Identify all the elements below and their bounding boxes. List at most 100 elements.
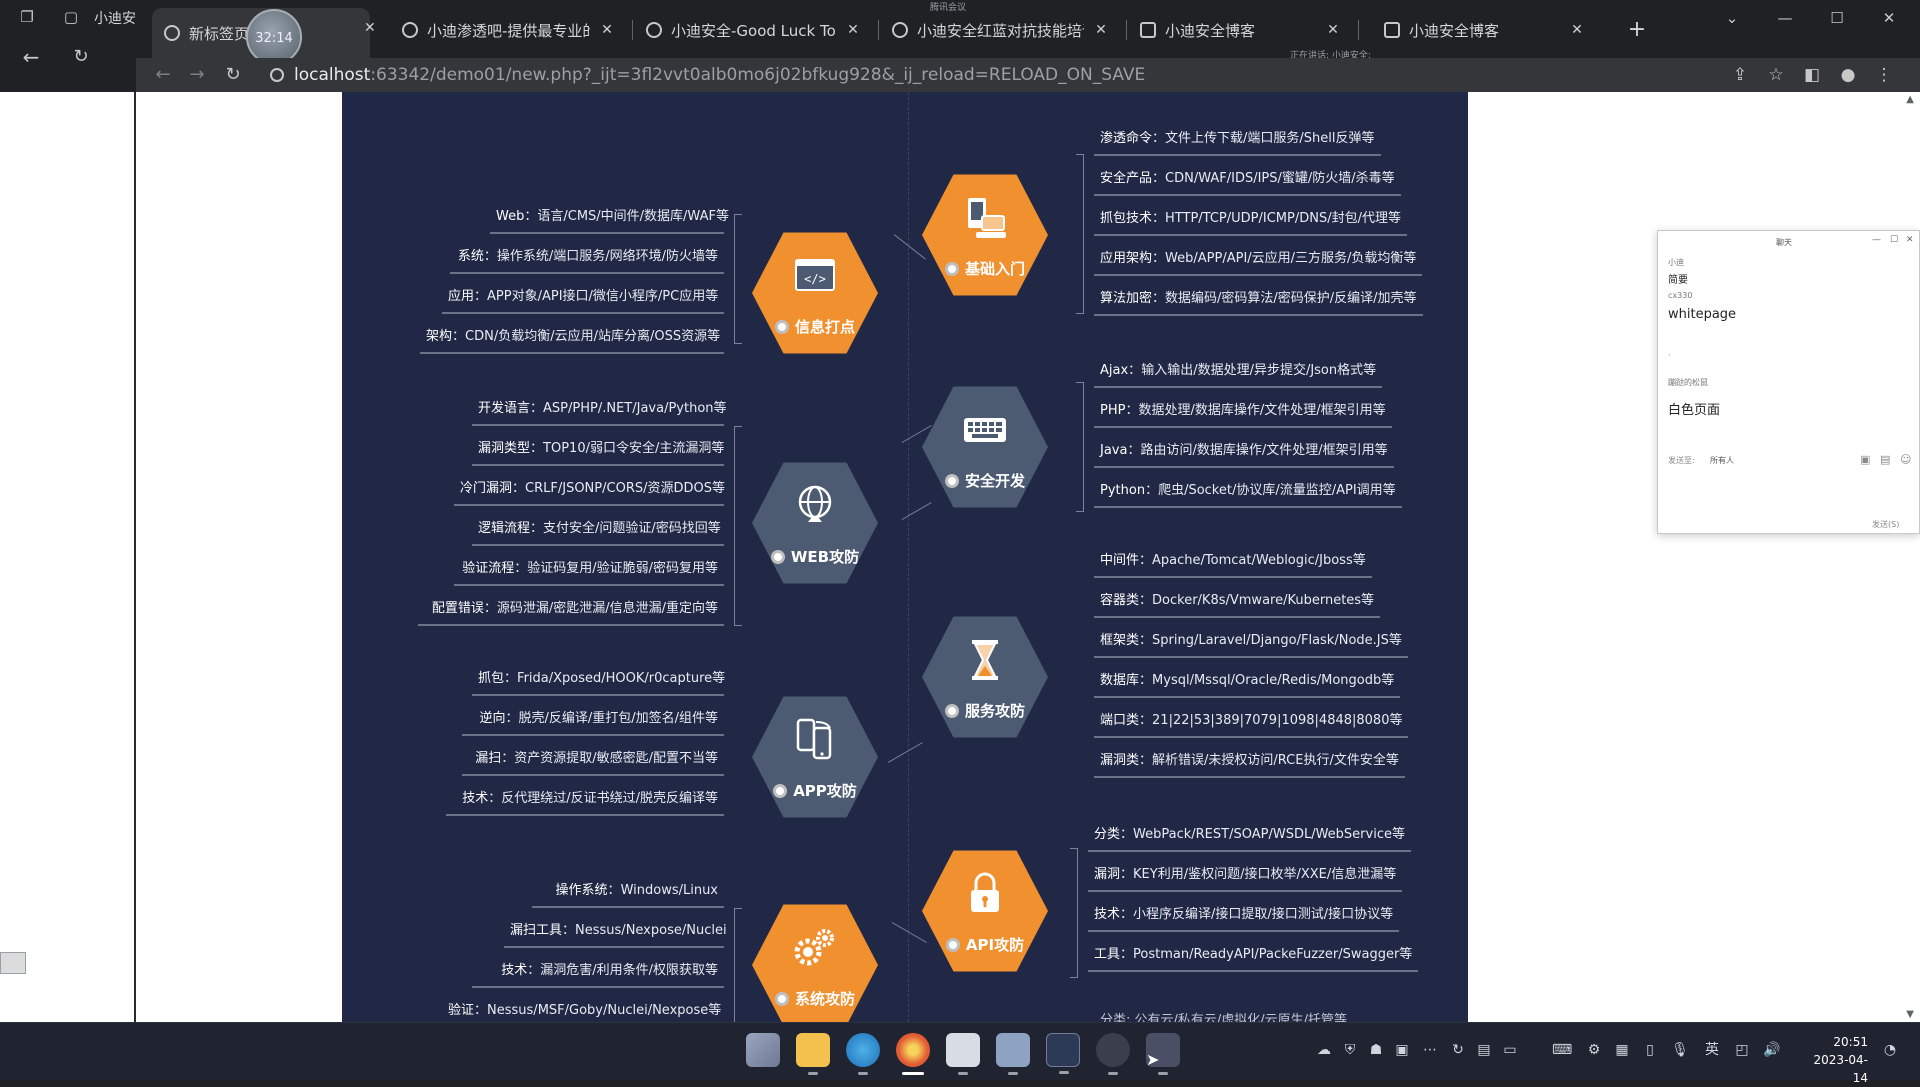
forward-icon[interactable]: → <box>182 58 212 92</box>
reload-icon[interactable]: ↻ <box>68 44 94 70</box>
network-icon[interactable]: ◰ <box>1732 1040 1752 1060</box>
list-item: 漏洞类型：TOP10/弱口令安全/主流漏洞等 <box>472 440 724 466</box>
list-item: 端口类：21|22|53|389|7079|1098|4848|8080等 <box>1094 712 1409 738</box>
meeting-indicator[interactable]: 腾讯会议 <box>930 0 966 13</box>
phpstorm-icon[interactable] <box>1046 1033 1080 1074</box>
side-panel-icon[interactable]: ◧ <box>1798 58 1826 92</box>
list-item: 漏扫工具：Nessus/Nexpose/Nuclei <box>504 922 727 948</box>
tray-icon[interactable]: ↻ <box>1448 1040 1468 1060</box>
node-web-gongfang[interactable]: WEB攻防 <box>752 462 878 584</box>
collapsed-panel-handle[interactable] <box>0 952 26 974</box>
tray-icon[interactable]: ▣ <box>1392 1040 1412 1060</box>
list-item: 技术：反代理绕过/反证书绕过/脱壳反编译等 <box>446 790 724 816</box>
tab-xiaodi-blog-2[interactable]: 小迪安全博客 ✕ <box>1372 10 1600 50</box>
tab-xiaodi-shentou[interactable]: 小迪渗透吧-提供最专业的渗 ✕ <box>390 10 630 50</box>
tab-xiaodi-blog-1[interactable]: 小迪安全博客 ✕ <box>1128 10 1356 50</box>
node-jichu-rumen[interactable]: 基础入门 <box>922 174 1048 296</box>
scroll-up-icon[interactable]: ▲ <box>1906 94 1914 105</box>
svg-text:</>: </> <box>804 272 826 286</box>
reload-icon[interactable]: ↻ <box>218 58 248 92</box>
node-xinxi-dadian[interactable]: </> 信息打点 <box>752 232 878 354</box>
minimize-icon[interactable]: — <box>1872 235 1881 245</box>
notification-icon[interactable]: ◔ <box>1880 1040 1900 1060</box>
node-anquan-kaifa[interactable]: 安全开发 <box>922 386 1048 508</box>
address-bar[interactable]: localhost :63342/demo01/new.php?_ijt=3fl… <box>270 60 1600 90</box>
file-explorer-icon[interactable] <box>796 1033 830 1075</box>
tray-icon[interactable]: ▭ <box>1500 1040 1520 1060</box>
tray-icon[interactable]: ☗ <box>1366 1040 1386 1060</box>
profile-icon[interactable]: ● <box>1834 58 1862 92</box>
node-api-gongfang[interactable]: API攻防 <box>922 850 1048 972</box>
mouse-cursor-icon: ➤ <box>1146 1050 1160 1069</box>
recording-timer-badge[interactable]: 32:14 <box>246 9 302 65</box>
maximize-icon[interactable]: ☐ <box>1890 235 1898 245</box>
start-icon[interactable] <box>746 1033 780 1067</box>
system-clock[interactable]: 20:51 2023-04-14 <box>1806 1033 1868 1087</box>
tray-icon[interactable]: ▤ <box>1474 1040 1494 1060</box>
edge-icon[interactable] <box>846 1033 880 1075</box>
list-item: 框架类：Spring/Laravel/Django/Flask/Node.JS等 <box>1094 632 1408 658</box>
node-app-gongfang[interactable]: APP攻防 <box>752 696 878 818</box>
menu-icon[interactable]: ⋮ <box>1870 58 1898 92</box>
tab-label: 小迪安全博客 <box>1409 21 1500 40</box>
microphone-icon[interactable]: 🎙 <box>1670 1040 1690 1060</box>
chrome-icon[interactable] <box>896 1033 930 1075</box>
burp-icon[interactable] <box>1096 1033 1130 1075</box>
back-icon[interactable]: ← <box>148 58 178 92</box>
background-tab-label[interactable]: 小迪安 <box>94 8 136 28</box>
minimize-icon[interactable]: — <box>1770 6 1800 30</box>
tray-icon[interactable]: ☁ <box>1314 1040 1334 1060</box>
user-icon[interactable]: ☺ <box>1900 453 1911 466</box>
new-tab-icon[interactable]: + <box>1623 16 1651 44</box>
phone-icon[interactable]: ▯ <box>1640 1040 1660 1060</box>
scroll-down-icon[interactable]: ▼ <box>1906 1009 1914 1020</box>
tab-search-icon[interactable]: ⌄ <box>1717 6 1747 30</box>
node-label: WEB攻防 <box>790 548 860 566</box>
share-icon[interactable]: ⇪ <box>1726 58 1754 92</box>
site-info-icon[interactable] <box>270 68 284 82</box>
volume-icon[interactable]: 🔊 <box>1762 1040 1782 1060</box>
tab-xiaodi-redblue[interactable]: 小迪安全红蓝对抗技能培训 ✕ <box>880 10 1124 50</box>
list-item: 技术：小程序反编译/接口提取/接口测试/接口协议等 <box>1088 906 1400 932</box>
bookmark-star-icon[interactable]: ☆ <box>1762 58 1790 92</box>
image-icon[interactable]: ▣ <box>1860 453 1870 466</box>
meeting-app-icon[interactable] <box>996 1033 1030 1075</box>
chat-sender: 小迪 <box>1668 258 1684 267</box>
node-xitong-gongfang[interactable]: 系统攻防 <box>752 904 878 1022</box>
tab-actions-icon[interactable]: ❐ <box>14 4 40 30</box>
bracket <box>734 426 742 626</box>
ime-indicator[interactable]: 英 <box>1702 1040 1722 1060</box>
file-icon[interactable]: ▤ <box>1880 453 1890 466</box>
chat-sender: · <box>1668 351 1671 360</box>
send-button[interactable]: 发送(S) <box>1872 519 1899 530</box>
close-tab-icon[interactable]: ✕ <box>1324 21 1342 39</box>
close-tab-icon[interactable]: ✕ <box>1092 21 1110 39</box>
globe-icon <box>798 485 832 522</box>
close-tab-icon[interactable]: ✕ <box>598 21 616 39</box>
blog-favicon-icon <box>1384 22 1400 38</box>
tray-icon[interactable]: ⚙ <box>1584 1040 1604 1060</box>
back-icon[interactable]: ← <box>18 44 44 70</box>
close-tab-icon[interactable]: ✕ <box>844 21 862 39</box>
list-item: 分类：WebPack/REST/SOAP/WSDL/WebService等 <box>1088 826 1411 852</box>
more-icon[interactable]: ⋯ <box>1420 1040 1440 1060</box>
shield-icon[interactable]: ⛨ <box>1340 1040 1360 1060</box>
windows-icon[interactable]: ▦ <box>1612 1040 1632 1060</box>
close-tab-icon[interactable]: ✕ <box>1568 21 1586 39</box>
bracket <box>1070 848 1078 978</box>
close-icon[interactable]: ✕ <box>1906 235 1914 245</box>
node-fuwu-gongfang[interactable]: 服务攻防 <box>922 616 1048 738</box>
app-icon[interactable] <box>946 1033 980 1075</box>
close-window-icon[interactable]: ✕ <box>1874 6 1904 30</box>
code-window-icon: </> <box>795 259 835 291</box>
list-item: 开发语言：ASP/PHP/.NET/Java/Python等 <box>472 400 727 426</box>
page-icon: ▢ <box>63 8 79 26</box>
maximize-icon[interactable]: ☐ <box>1822 6 1852 30</box>
send-to-select[interactable]: 所有人 <box>1710 455 1734 466</box>
node-label: 安全开发 <box>964 472 1025 490</box>
close-tab-icon[interactable]: ✕ <box>364 20 376 36</box>
keyboard-icon[interactable]: ⌨ <box>1552 1040 1572 1060</box>
chat-window[interactable]: 聊天 — ☐ ✕ 小迪 简要 cx330 whitepage · 蹦跶的松鼠 白… <box>1657 230 1920 534</box>
tab-xiaodi-goodluck[interactable]: 小迪安全-Good Luck To Yo ✕ <box>634 10 876 50</box>
list-item: 算法加密：数据编码/密码算法/密码保护/反编译/加壳等 <box>1094 290 1423 316</box>
